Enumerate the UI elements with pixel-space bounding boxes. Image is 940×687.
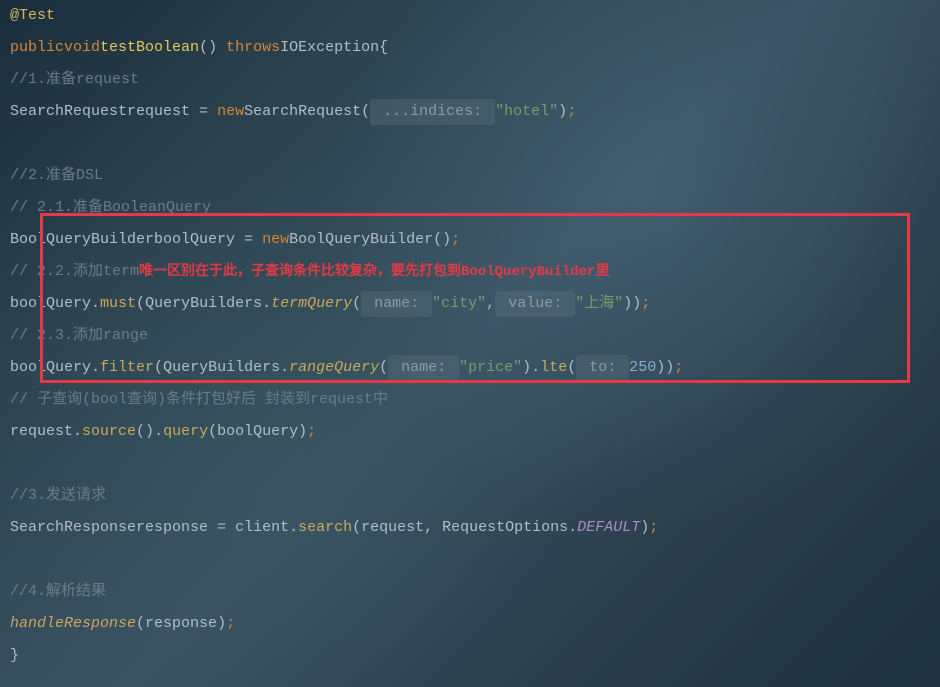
keyword-void: void — [64, 36, 100, 60]
code-line: handleResponse(response); — [10, 608, 930, 640]
comment: //1.准备request — [10, 68, 139, 92]
code-line: } — [10, 640, 930, 672]
comment: // 子查询(bool查询)条件打包好后 封装到request中 — [10, 388, 388, 412]
comment: // 2.3.添加range — [10, 324, 148, 348]
comment: // 2.1.准备BooleanQuery — [10, 196, 211, 220]
code-line: // 2.2.添加term 唯一区别在于此，子查询条件比较复杂，要先打包到Boo… — [10, 256, 930, 288]
number-literal: 250 — [629, 356, 656, 380]
param-hint: value: — [495, 291, 575, 317]
comment: //2.准备DSL — [10, 164, 103, 188]
code-line: //2.准备DSL — [10, 160, 930, 192]
type: SearchRequest — [10, 100, 127, 124]
exception-type: IOException — [280, 36, 379, 60]
code-line: // 子查询(bool查询)条件打包好后 封装到request中 — [10, 384, 930, 416]
code-line: SearchRequest request = new SearchReques… — [10, 96, 930, 128]
comment: //4.解析结果 — [10, 580, 106, 604]
comment: //3.发送请求 — [10, 484, 106, 508]
code-line: // 2.3.添加range — [10, 320, 930, 352]
annotation: @Test — [10, 4, 55, 28]
param-hint: ...indices: — [370, 99, 495, 125]
keyword-throws: throws — [226, 36, 280, 60]
code-line: @Test — [10, 0, 930, 32]
param-hint: to: — [576, 355, 629, 381]
code-line: //4.解析结果 — [10, 576, 930, 608]
blank-line — [10, 128, 930, 160]
param-hint: name: — [361, 291, 432, 317]
code-line: SearchResponse response = client.search(… — [10, 512, 930, 544]
string-literal: "hotel" — [495, 100, 558, 124]
code-line: //3.发送请求 — [10, 480, 930, 512]
static-method: rangeQuery — [289, 356, 379, 380]
red-annotation-text: 唯一区别在于此，子查询条件比较复杂，要先打包到BoolQueryBuilder里 — [139, 261, 609, 283]
method-call: handleResponse — [10, 612, 136, 636]
code-line: //1.准备request — [10, 64, 930, 96]
blank-line — [10, 448, 930, 480]
comment: // 2.2.添加term — [10, 260, 139, 284]
code-line: boolQuery.filter(QueryBuilders.rangeQuer… — [10, 352, 930, 384]
code-line: BoolQueryBuilder boolQuery = new BoolQue… — [10, 224, 930, 256]
method-name: testBoolean — [100, 36, 199, 60]
type: BoolQueryBuilder — [10, 228, 154, 252]
type: SearchResponse — [10, 516, 136, 540]
code-line: request.source().query(boolQuery); — [10, 416, 930, 448]
static-method: termQuery — [271, 292, 352, 316]
static-field: DEFAULT — [577, 516, 640, 540]
param-hint: name: — [388, 355, 459, 381]
blank-line — [10, 544, 930, 576]
keyword-public: public — [10, 36, 64, 60]
code-line: // 2.1.准备BooleanQuery — [10, 192, 930, 224]
code-editor[interactable]: @Test public void testBoolean() throws I… — [0, 0, 940, 672]
code-line: boolQuery.must(QueryBuilders.termQuery( … — [10, 288, 930, 320]
code-line: public void testBoolean() throws IOExcep… — [10, 32, 930, 64]
